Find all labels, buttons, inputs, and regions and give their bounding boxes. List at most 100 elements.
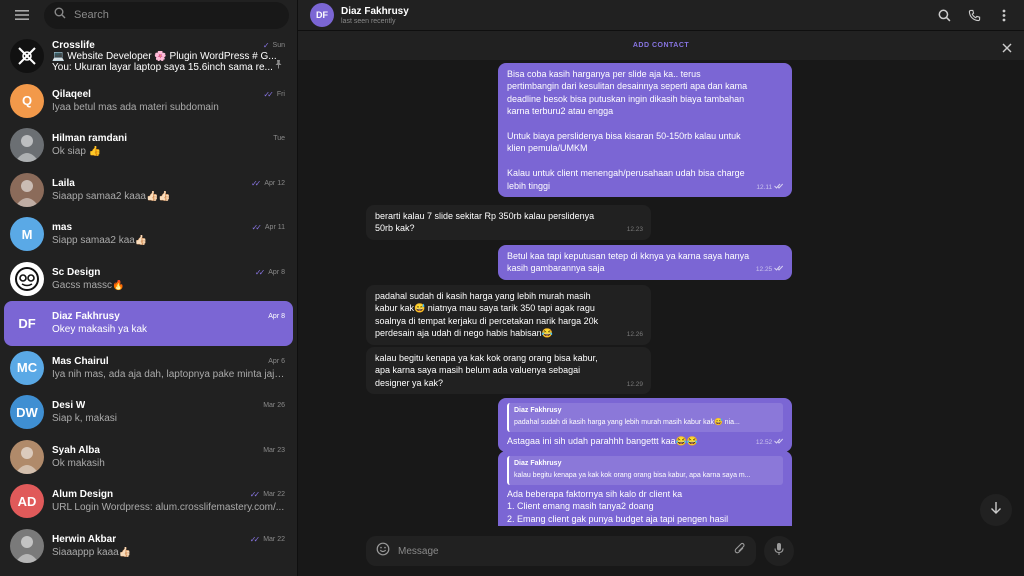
incoming-message[interactable]: padahal sudah di kasih harga yang lebih … bbox=[366, 285, 651, 345]
chat-list-item[interactable]: MC Mas Chairul Apr 6 Iya nih mas, ada aja d… bbox=[4, 346, 293, 391]
chat-preview: Okey makasih ya kak bbox=[52, 324, 148, 336]
search-icon[interactable] bbox=[936, 7, 952, 23]
reply-author: Diaz Fakhrusy bbox=[514, 407, 562, 414]
attach-icon[interactable] bbox=[734, 542, 746, 561]
menu-icon[interactable] bbox=[10, 3, 34, 27]
reply-text: padahal sudah di kasih harga yang lebih … bbox=[514, 419, 740, 427]
phone-icon[interactable] bbox=[966, 7, 982, 23]
chat-item-body: mas ✓✓ Apr 11 Siapp samaa2 kaa👍🏻 bbox=[52, 222, 285, 246]
avatar: MC bbox=[10, 350, 44, 385]
read-receipt-icon: ✓✓ bbox=[263, 89, 274, 99]
chat-item-body: Desi W Mar 26 Siap k, makasi bbox=[52, 400, 285, 424]
chat-meta: ✓✓ Apr 8 bbox=[255, 268, 285, 277]
avatar[interactable]: DF bbox=[310, 3, 334, 27]
more-vertical-icon[interactable] bbox=[996, 7, 1012, 23]
chat-name: Desi W bbox=[52, 400, 86, 412]
add-contact-bar: ADD CONTACT bbox=[298, 30, 1024, 60]
pin-icon bbox=[274, 56, 283, 74]
read-receipt-icon: ✓✓ bbox=[251, 223, 262, 233]
chat-list-item[interactable]: Laila ✓✓ Apr 12 Siaapp samaa2 kaaa👍🏻👍🏻 bbox=[4, 168, 293, 213]
chat-name: Herwin Akbar bbox=[52, 533, 117, 545]
chat-item-body: Qilaqeel ✓✓ Fri Iyaa betul mas ada materi s… bbox=[52, 89, 285, 113]
chat-date: Sun bbox=[272, 41, 285, 49]
avatar: M bbox=[10, 217, 44, 252]
avatar: AD bbox=[10, 484, 44, 519]
reply-quote[interactable]: Diaz Fakhrusy kalau begitu kenapa ya kak … bbox=[507, 456, 783, 485]
chat-list-item[interactable]: Sc Design ✓✓ Apr 8 Gacss massc🔥 bbox=[4, 257, 293, 302]
chat-list-item[interactable]: Crosslife ✓ Sun 💻 Website Developer 🌸 Plugi… bbox=[4, 34, 293, 79]
add-contact-button[interactable]: ADD CONTACT bbox=[633, 42, 689, 49]
chat-meta: Tue bbox=[273, 135, 285, 142]
message-time-text: 12.26 bbox=[626, 331, 643, 339]
chat-list-item[interactable]: Q Qilaqeel ✓✓ Fri Iyaa betul mas ada materi … bbox=[4, 79, 293, 124]
chat-date: Tue bbox=[273, 135, 285, 143]
reply-quote[interactable]: Diaz Fakhrusy padahal sudah di kasih harg… bbox=[507, 403, 783, 432]
avatar bbox=[10, 261, 44, 296]
chat-item-body: Syah Alba Mar 23 Ok makasih bbox=[52, 445, 285, 469]
scroll-down-button[interactable] bbox=[980, 494, 1012, 526]
chat-date: Apr 8 bbox=[268, 313, 285, 321]
chat-list-item[interactable]: Mmas ✓✓ Apr 11 Siapp samaa2 kaa👍🏻 bbox=[4, 212, 293, 257]
chat-name: Alum Design bbox=[52, 489, 114, 501]
chat-date: Mar 22 bbox=[263, 535, 285, 543]
chat-item-header: mas ✓✓ Apr 11 bbox=[52, 222, 285, 233]
message-time: 12.11 bbox=[756, 182, 784, 194]
outgoing-message[interactable]: Diaz Fakhrusy padahal sudah di kasih harg… bbox=[498, 398, 792, 453]
chat-meta: ✓✓ Apr 12 bbox=[251, 179, 285, 188]
chat-item-body: Sc Design ✓✓ Apr 8 Gacss massc🔥 bbox=[52, 267, 285, 291]
chat-list-item[interactable]: Hilman ramdani Tue Ok siap 👍 bbox=[4, 123, 293, 168]
incoming-message[interactable]: kalau begitu kenapa ya kak kok orang ora… bbox=[366, 347, 651, 395]
message-text: kalau begitu kenapa ya kak kok orang ora… bbox=[375, 353, 601, 388]
chat-list-item[interactable]: Syah Alba Mar 23 Ok makasih bbox=[4, 435, 293, 480]
emoji-icon[interactable] bbox=[376, 542, 390, 561]
message-time-text: 12.25 bbox=[755, 266, 773, 274]
chat-name: Syah Alba bbox=[52, 444, 100, 456]
search-box[interactable] bbox=[44, 1, 289, 29]
header-actions bbox=[936, 7, 1012, 23]
chat-date: Apr 6 bbox=[268, 357, 285, 365]
chat-meta: Mar 23 bbox=[263, 447, 285, 454]
chat-name: Qilaqeel bbox=[52, 88, 91, 100]
chat-name: Diaz Fakhrusy bbox=[52, 311, 120, 323]
avatar bbox=[10, 128, 44, 163]
chat-meta: ✓✓ Mar 22 bbox=[250, 535, 285, 544]
chat-item-header: Mas Chairul Apr 6 bbox=[52, 356, 285, 367]
incoming-message[interactable]: berarti kalau 7 slide sekitar Rp 350rb k… bbox=[366, 205, 651, 240]
chat-item-body: Mas Chairul Apr 6 Iya nih mas, ada aja dah… bbox=[52, 356, 285, 380]
chat-name: Mas Chairul bbox=[52, 355, 109, 367]
chat-header[interactable]: DF Diaz Fakhrusy last seen recently bbox=[298, 0, 1024, 30]
message-text: berarti kalau 7 slide sekitar Rp 350rb k… bbox=[375, 211, 597, 234]
outgoing-message[interactable]: Betul kaa tapi keputusan tetep di kknya … bbox=[498, 245, 792, 280]
message-text: Betul kaa tapi keputusan tetep di kknya … bbox=[507, 251, 752, 274]
chat-list-item[interactable]: DW Desi W Mar 26 Siap k, makasi bbox=[4, 390, 293, 435]
chat-date: Mar 22 bbox=[263, 491, 285, 499]
chat-list-item[interactable]: AD Alum Design ✓✓ Mar 22 URL Login Wordpress… bbox=[4, 479, 293, 524]
chat-item-header: Sc Design ✓✓ Apr 8 bbox=[52, 267, 285, 278]
chat-preview: Iyaa betul mas ada materi subdomain bbox=[52, 101, 219, 113]
close-icon[interactable] bbox=[1002, 40, 1012, 58]
chat-meta: ✓✓ Mar 22 bbox=[250, 490, 285, 499]
message-input[interactable] bbox=[398, 545, 726, 557]
message-input-box[interactable] bbox=[366, 536, 756, 566]
chat-preview: Siap k, makasi bbox=[52, 413, 118, 425]
microphone-button[interactable] bbox=[764, 536, 794, 566]
chat-meta: ✓✓ Fri bbox=[263, 90, 285, 99]
avatar bbox=[10, 39, 44, 74]
message-text: Bisa coba kasih harganya per slide aja k… bbox=[507, 69, 748, 191]
chat-date: Apr 12 bbox=[264, 179, 285, 187]
search-input[interactable] bbox=[74, 9, 279, 21]
chat-status: last seen recently bbox=[341, 17, 396, 25]
avatar: Q bbox=[10, 83, 44, 118]
chat-list-item[interactable]: Herwin Akbar ✓✓ Mar 22 Siaaappp kaaa👍🏻 bbox=[4, 524, 293, 569]
outgoing-message[interactable]: Diaz Fakhrusy kalau begitu kenapa ya kak … bbox=[498, 451, 792, 526]
chat-item-body: Herwin Akbar ✓✓ Mar 22 Siaaappp kaaa👍🏻 bbox=[52, 534, 285, 558]
chat-meta: Apr 8 bbox=[268, 313, 285, 320]
chat-list: Crosslife ✓ Sun 💻 Website Developer 🌸 Plugi… bbox=[0, 30, 297, 576]
chat-header-info[interactable]: Diaz Fakhrusy last seen recently bbox=[341, 6, 936, 25]
message-time: 12.52 bbox=[756, 437, 784, 449]
outgoing-message[interactable]: Bisa coba kasih harganya per slide aja k… bbox=[498, 63, 792, 198]
read-receipt-icon: ✓ bbox=[262, 40, 269, 50]
chat-preview: Iya nih mas, ada aja dah, laptopnya pake… bbox=[52, 368, 285, 380]
chat-list-item[interactable]: DF Diaz Fakhrusy Apr 8 Okey makasih ya kak bbox=[4, 301, 293, 346]
message-time-text: 12.23 bbox=[626, 226, 643, 234]
